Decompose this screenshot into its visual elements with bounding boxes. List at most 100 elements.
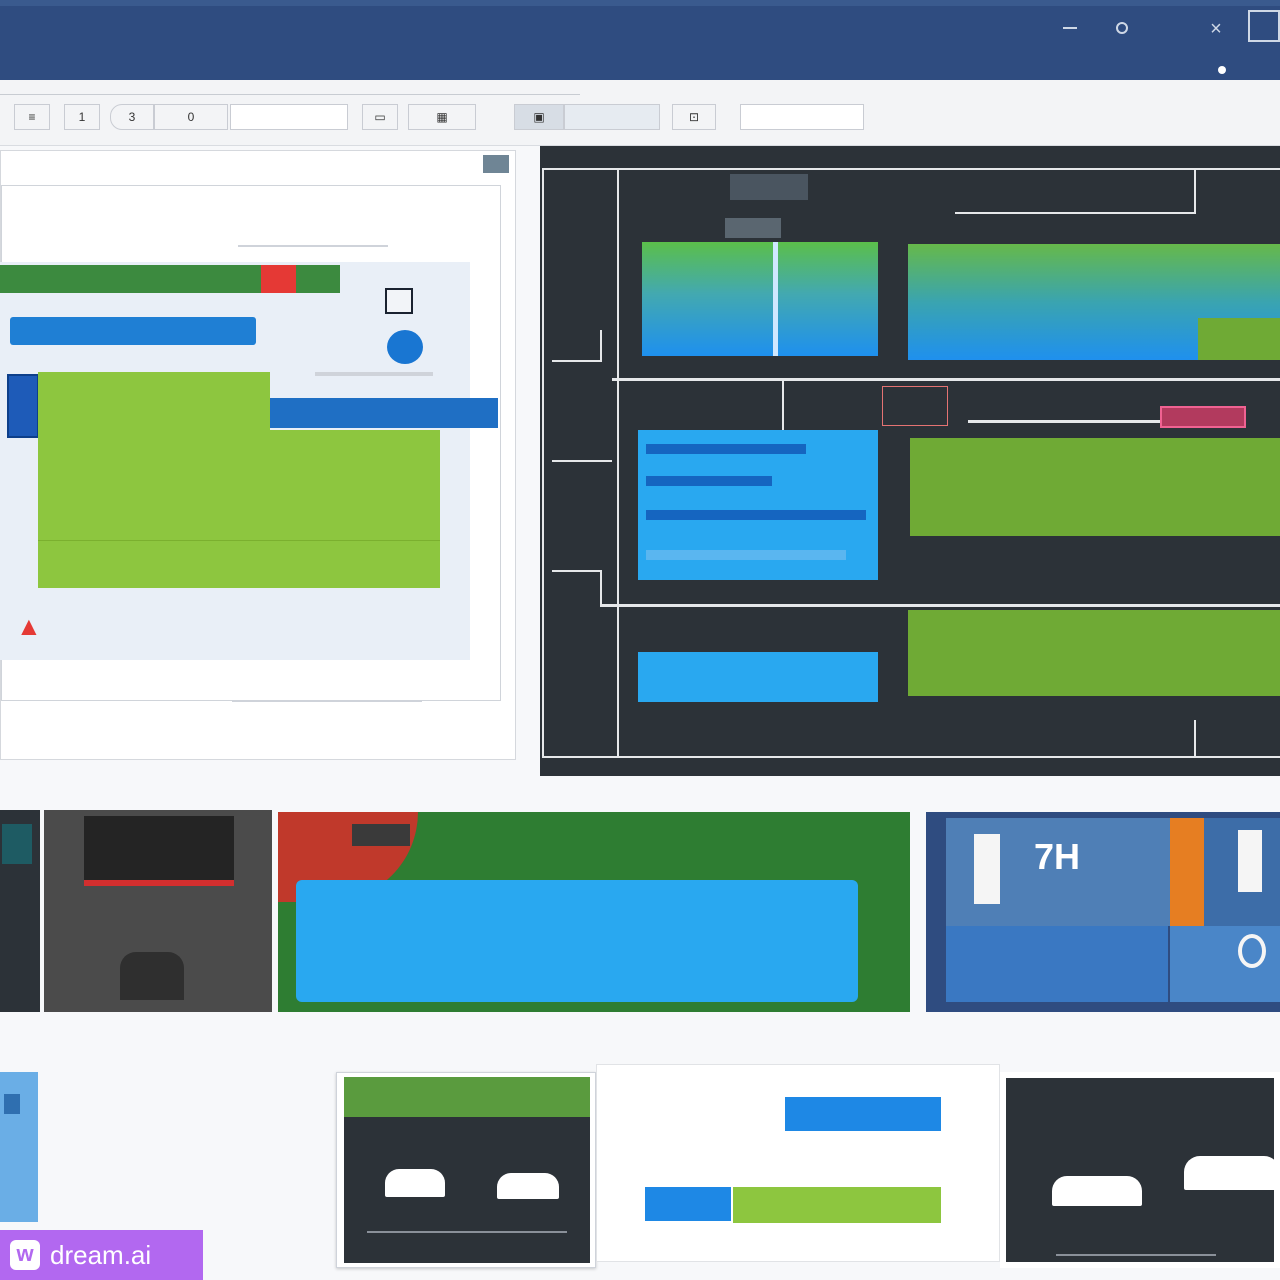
left-footnote	[58, 614, 438, 630]
diagram-hline-2	[612, 378, 1280, 381]
blue-action-button[interactable]	[10, 317, 256, 345]
side-blue-label	[300, 398, 500, 428]
diagram-hline-1	[955, 212, 1195, 214]
card-3[interactable]	[1000, 1072, 1280, 1268]
diagram-vline-1	[617, 170, 619, 756]
close-icon[interactable]: ×	[1205, 18, 1227, 40]
diagram-connector-2	[552, 460, 612, 462]
layout-button[interactable]: ⊡	[672, 104, 716, 130]
lime-card-divider	[38, 540, 440, 541]
node-block-b-label	[918, 258, 1118, 274]
diagram-connector-1	[552, 360, 602, 362]
server-icon	[730, 174, 808, 200]
title-bar: ×	[0, 0, 1280, 80]
format-button[interactable]: ▭	[362, 104, 398, 130]
banner-button[interactable]	[296, 880, 858, 1002]
node-icon	[385, 288, 413, 314]
lime-card-line3	[58, 556, 258, 574]
thumb-2[interactable]	[44, 810, 272, 1012]
toolbar-button-3[interactable]: 0	[154, 104, 228, 130]
diagram-connector-3v	[600, 570, 602, 606]
big-green-block[interactable]	[910, 438, 1280, 536]
diagram-connector-1v	[600, 330, 602, 362]
avatar-underline	[315, 372, 433, 376]
mask-icon	[84, 816, 234, 886]
alert-icon: ▲	[16, 611, 42, 641]
cloud-icon-2	[497, 1173, 559, 1199]
watermark-logo-icon: w	[10, 1240, 40, 1270]
card-1[interactable]	[336, 1072, 596, 1268]
thumb-4-lower	[946, 926, 1168, 1002]
lime-card-line1	[60, 446, 360, 464]
thumb-4-number: 7H	[1034, 836, 1081, 877]
cloud-icon-3	[1052, 1176, 1142, 1206]
bottom-side-tab-icon	[4, 1094, 20, 1114]
diagram-status-right	[1196, 576, 1266, 592]
status-dot	[1218, 66, 1226, 74]
thumb-3-badge	[352, 824, 410, 846]
align-left-button[interactable]: ≡	[14, 104, 50, 130]
diagram-vline-4	[1194, 720, 1196, 756]
toolbar-button-1[interactable]: 1	[64, 104, 100, 130]
person-icon	[120, 952, 184, 1000]
cloud-icon-1	[385, 1169, 445, 1197]
green-bar-label	[38, 265, 250, 293]
minimize-icon[interactable]	[1063, 27, 1077, 29]
watermark: w dream.ai	[0, 1230, 203, 1280]
watermark-text: dream.ai	[50, 1239, 152, 1270]
card-2[interactable]	[596, 1064, 1000, 1262]
card-2-small-button[interactable]	[645, 1187, 731, 1221]
toolbar-select[interactable]	[230, 104, 348, 130]
node-block-b-end	[1198, 318, 1280, 360]
bottom-left-label	[652, 626, 752, 642]
zoom-select[interactable]	[740, 104, 864, 130]
info-block-row3	[646, 510, 866, 520]
thumb-1-screen	[2, 824, 32, 864]
bottom-side-tab[interactable]	[0, 1072, 38, 1222]
diagram-slider-line	[968, 420, 1168, 423]
bottom-left-text	[40, 1122, 240, 1164]
card-3-header	[1034, 1104, 1264, 1120]
info-block-row1	[646, 444, 806, 454]
left-panel-tab[interactable]	[483, 155, 509, 173]
node-block-a-divider	[773, 242, 778, 356]
image-button[interactable]: ▣	[514, 104, 564, 130]
server-icon-base	[725, 218, 781, 238]
card-3-footer	[1056, 1254, 1216, 1256]
red-flag-icon	[261, 265, 296, 293]
lime-card-line2	[56, 490, 396, 508]
cloud-icon-4	[1184, 1156, 1280, 1190]
card-1-header	[344, 1077, 590, 1117]
thumb-4-rbar	[1238, 830, 1262, 892]
info-block-row2	[646, 476, 772, 486]
window-control-box[interactable]	[1248, 10, 1280, 42]
card-2-label	[647, 1103, 777, 1121]
thumb-4-lower-right	[1170, 926, 1280, 1002]
diagram-top-label	[880, 176, 960, 206]
info-block-row4	[646, 550, 846, 560]
mid-badge	[882, 386, 948, 426]
left-panel-header	[7, 159, 307, 177]
thumb-4-bar	[974, 834, 1000, 904]
field-button[interactable]	[564, 104, 660, 130]
card-2-green-button[interactable]	[733, 1187, 941, 1223]
table-button[interactable]: ▦	[408, 104, 476, 130]
slider-handle[interactable]	[1160, 406, 1246, 428]
diagram-footer-label	[718, 722, 778, 740]
card-2-blue-button[interactable]	[785, 1097, 941, 1131]
windows-icon	[7, 374, 39, 438]
lock-icon	[1238, 934, 1266, 968]
diagram-hline-3	[600, 604, 1280, 607]
restore-icon[interactable]	[1116, 22, 1128, 34]
left-divider	[238, 245, 388, 247]
toolbar-right-text	[884, 98, 1144, 114]
thumb-1[interactable]	[0, 810, 40, 1012]
diagram-status-left	[884, 578, 954, 594]
bottom-green-block[interactable]	[908, 610, 1280, 696]
bottom-blue-block[interactable]	[638, 652, 878, 702]
avatar-icon	[387, 330, 423, 364]
thumb-4[interactable]: 7H	[926, 812, 1280, 1012]
diagram-connector-3	[552, 570, 602, 572]
lime-card-title	[54, 394, 254, 414]
toolbar-button-2[interactable]: 3	[110, 104, 154, 130]
